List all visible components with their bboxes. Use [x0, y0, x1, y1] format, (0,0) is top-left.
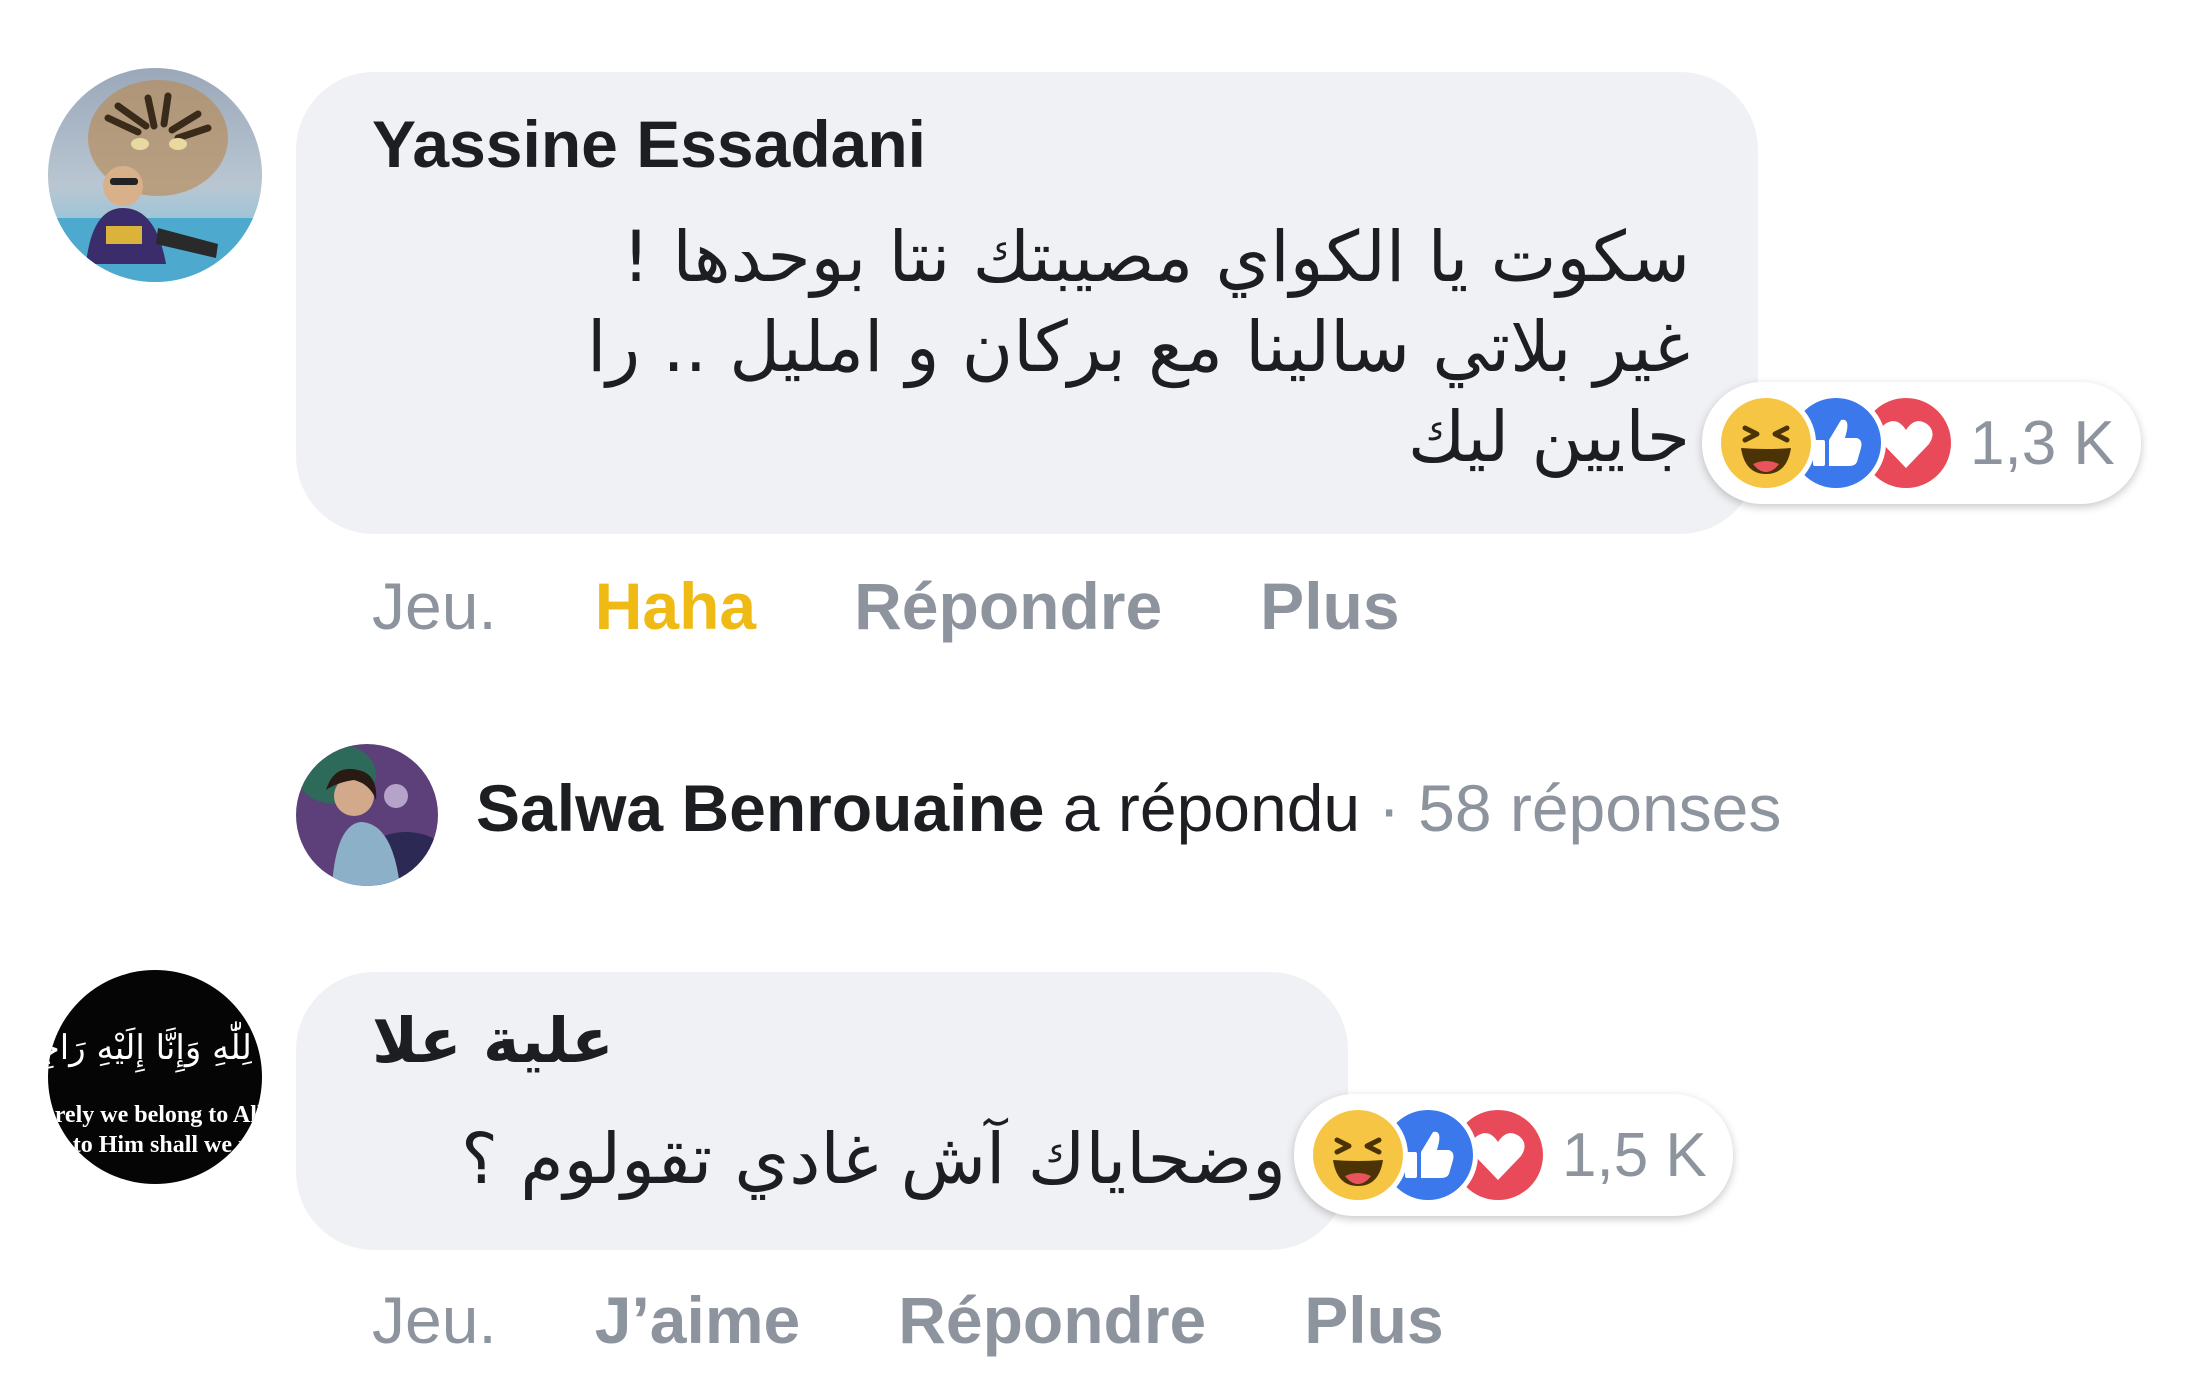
avatar-photo: [296, 744, 438, 886]
like-button[interactable]: J’aime: [595, 1282, 800, 1358]
avatar-caption: Surely we belong to Allah: [48, 1102, 262, 1128]
comment-timestamp[interactable]: Jeu.: [372, 1282, 497, 1358]
avatar[interactable]: [48, 68, 262, 282]
comment-timestamp[interactable]: Jeu.: [372, 568, 497, 644]
more-button[interactable]: Plus: [1260, 568, 1399, 644]
avatar-calligraphy: إِنَّا لِلّٰهِ وَإِنَّا إِلَيْهِ رَاجِعُ…: [48, 1028, 262, 1068]
comment-author[interactable]: Yassine Essadani: [372, 106, 926, 182]
reaction-count: 1,3 K: [1970, 408, 2115, 478]
avatar-caption: and to Him shall we return: [48, 1132, 262, 1158]
replier-name[interactable]: Salwa Benrouaine: [476, 770, 1045, 846]
comment-text: سكوت يا الكواي مصيبتك نتا بوحدها ! غير ب…: [380, 212, 1690, 482]
replier-avatar[interactable]: [296, 744, 438, 886]
reply-button[interactable]: Répondre: [854, 568, 1162, 644]
reaction-count: 1,5 K: [1562, 1120, 1707, 1190]
view-replies-link[interactable]: Salwa Benrouaine a répondu · 58 réponses: [476, 770, 1781, 846]
comment-author[interactable]: علية علا: [372, 1004, 614, 1077]
avatar-photo-tiger: [48, 68, 262, 282]
haha-reaction-button[interactable]: Haha: [595, 568, 756, 644]
haha-icon: [1308, 1105, 1408, 1205]
reply-button[interactable]: Répondre: [898, 1282, 1206, 1358]
more-button[interactable]: Plus: [1304, 1282, 1443, 1358]
comment-text-line: وضحاياك آش غادي تقولوم ؟: [460, 1118, 1286, 1200]
reply-verb: a répondu: [1062, 771, 1361, 845]
comment-actions: Jeu. J’aime Répondre Plus: [372, 1282, 1542, 1358]
comment-text-line: سكوت يا الكواي مصيبتك نتا بوحدها !: [622, 216, 1690, 298]
comment-text-line: غير بلاتي سالينا مع بركان و امليل .. را: [586, 306, 1690, 388]
separator-dot: ·: [1378, 771, 1401, 845]
reaction-summary[interactable]: 1,3 K: [1702, 382, 2141, 504]
haha-icon: [1716, 393, 1816, 493]
reply-count[interactable]: 58 réponses: [1418, 770, 1781, 846]
avatar[interactable]: إِنَّا لِلّٰهِ وَإِنَّا إِلَيْهِ رَاجِعُ…: [48, 970, 262, 1184]
comment-text-line: جايين ليك: [1407, 396, 1690, 478]
reaction-summary[interactable]: 1,5 K: [1294, 1094, 1733, 1216]
comment-actions: Jeu. Haha Répondre Plus: [372, 568, 1498, 644]
comment-text: وضحاياك آش غادي تقولوم ؟: [380, 1114, 1286, 1204]
